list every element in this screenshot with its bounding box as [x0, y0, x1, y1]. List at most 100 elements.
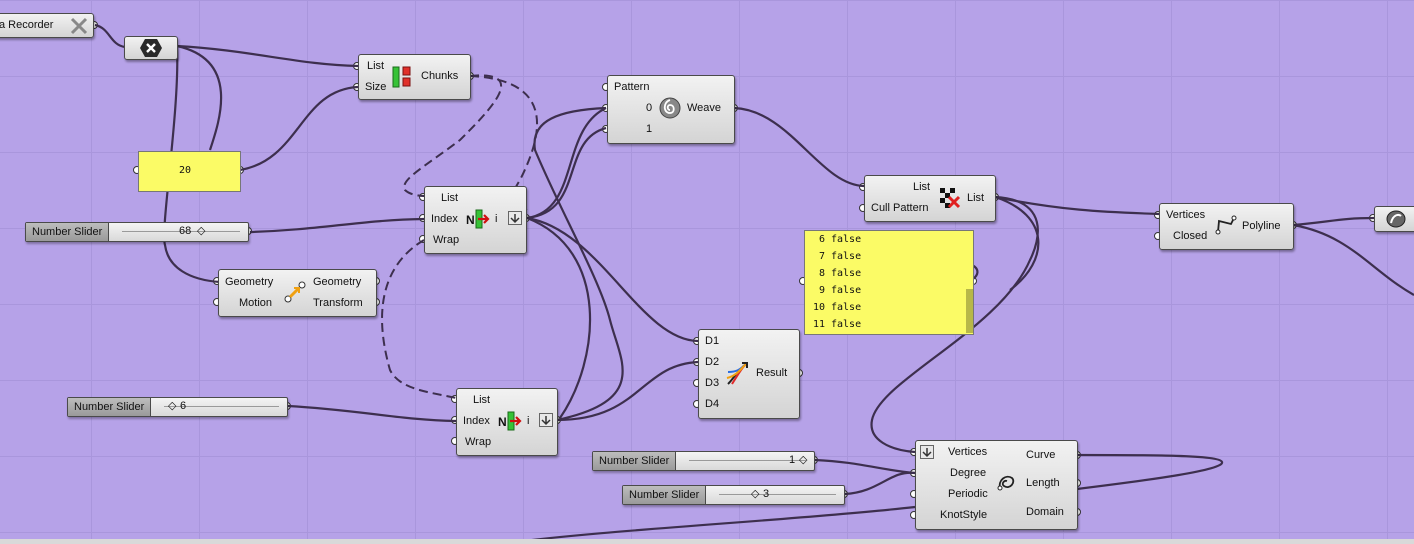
list-item: 7 false [818, 251, 862, 262]
slider-3-handle[interactable]: ◇ [751, 488, 759, 501]
nurbs-output-curve: Curve [1026, 449, 1056, 461]
number-slider-1[interactable]: Number Slider 1 ◇ [592, 451, 815, 471]
list-item-2-flatten-icon[interactable] [539, 413, 553, 427]
list-item: 11 false [812, 319, 862, 330]
svg-text:N: N [466, 213, 475, 227]
nurbs-input-vertices: Vertices [948, 446, 988, 458]
chunks-input-size: Size [365, 81, 387, 93]
polyline-output-label: Polyline [1242, 220, 1281, 232]
wire [994, 195, 1160, 216]
data-recorder[interactable]: a Recorder [0, 13, 94, 38]
stream-filter-input-d1: D1 [705, 335, 720, 347]
transform-input-geometry: Geometry [225, 276, 274, 288]
number-slider-68[interactable]: Number Slider 68 ◇ [25, 222, 249, 242]
wire [287, 404, 457, 423]
boolean-list-panel[interactable]: 6 false 7 false 8 false 9 false 10 false 11 fa… [804, 230, 974, 335]
wire [526, 216, 699, 343]
number-slider-3[interactable]: Number Slider ◇ 3 [622, 485, 845, 505]
slider-1-name: Number Slider [593, 452, 677, 470]
transform-input-motion: Motion [239, 297, 273, 309]
wire [844, 471, 916, 496]
list-item-2-input-wrap: Wrap [465, 436, 492, 448]
list-item-2-input-index: Index [463, 415, 490, 427]
stream-filter-input-d4: D4 [705, 398, 720, 410]
cull-pattern-component[interactable]: List Cull Pattern List [864, 175, 996, 222]
slider-1-handle[interactable]: ◇ [799, 454, 807, 467]
wire [814, 458, 916, 475]
stream-filter-input-d2: D2 [705, 356, 720, 368]
transform-output-geometry: Geometry [313, 276, 362, 288]
polyline-input-closed: Closed [1173, 230, 1208, 242]
polyline-input-vertices: Vertices [1166, 209, 1206, 221]
list-item-component-2[interactable]: List Index Wrap N i [456, 388, 558, 456]
nurbs-flatten-icon[interactable] [920, 445, 934, 459]
wire [1292, 216, 1375, 227]
recorder-label: a Recorder [0, 19, 54, 31]
weave-input-0: 0 [646, 102, 653, 114]
weave-output-label: Weave [687, 102, 722, 114]
transform-component[interactable]: Geometry Motion Geometry Transform [218, 269, 377, 317]
slider-3-rail [719, 494, 836, 495]
chunks-input-list: List [367, 60, 385, 72]
wire [1076, 453, 1224, 491]
wire [176, 44, 223, 151]
list-item-2-output-label: i [527, 415, 530, 427]
panel-scrollbar[interactable] [966, 289, 973, 333]
panel-20[interactable]: 20 [138, 151, 241, 192]
list-item: 10 false [812, 302, 862, 313]
slider-6-name: Number Slider [68, 398, 152, 416]
slider-68-value: 68 [179, 225, 192, 237]
wire [1292, 223, 1414, 296]
slider-3-name: Number Slider [623, 486, 707, 504]
cull-pattern-icon [940, 188, 961, 209]
weave-input-1: 1 [646, 123, 653, 135]
wire [94, 23, 126, 49]
nurbs-input-knotstyle: KnotStyle [940, 509, 988, 521]
transform-output-transform: Transform [313, 297, 363, 309]
number-slider-6[interactable]: Number Slider ◇ 6 [67, 397, 288, 417]
wire [556, 360, 699, 422]
cull-input-list: List [913, 181, 931, 193]
stream-filter-output-label: Result [756, 367, 788, 379]
transform-arrow-icon [284, 281, 306, 303]
offscreen-component[interactable] [1374, 206, 1414, 232]
stream-filter-input-d3: D3 [705, 377, 720, 389]
list-item-1-flatten-icon[interactable] [508, 211, 522, 225]
list-item: 6 false [818, 234, 862, 245]
list-item: 8 false [818, 268, 862, 279]
list-item-1-input-wrap: Wrap [433, 234, 460, 246]
canvas-bottom-edge [0, 539, 1414, 544]
partition-chunks-component[interactable]: List Size Chunks [358, 54, 471, 100]
nurbs-input-periodic: Periodic [948, 488, 988, 500]
weave-input-pattern: Pattern [614, 81, 650, 93]
polyline-icon [1215, 215, 1237, 235]
list-item-component-1[interactable]: List Index Wrap N i [424, 186, 527, 254]
stream-filter-component[interactable]: D1 D2 D3 D4 Result [698, 329, 800, 419]
hexagon-x-icon [140, 39, 162, 57]
list-item-1-icon: N [466, 209, 490, 229]
slider-6-handle[interactable]: ◇ [168, 400, 176, 413]
nurbs-input-degree: Degree [950, 467, 987, 479]
wire [239, 85, 359, 172]
weave-swirl-icon [659, 97, 681, 119]
slider-68-handle[interactable]: ◇ [197, 225, 205, 238]
dashed-wire [381, 239, 457, 399]
list-item-1-input-list: List [441, 192, 459, 204]
nurbs-output-length: Length [1026, 477, 1060, 489]
slider-3-value: 3 [763, 488, 770, 500]
hexagon-component[interactable] [124, 36, 178, 60]
list-item: 9 false [818, 285, 862, 296]
chunks-output-label: Chunks [421, 70, 459, 82]
cull-output-label: List [967, 192, 985, 204]
nurbs-curve-component[interactable]: Vertices Degree Periodic KnotStyle Curve… [915, 440, 1078, 530]
wire [176, 44, 359, 68]
cull-input-pattern: Cull Pattern [871, 202, 929, 214]
svg-text:N: N [498, 415, 507, 429]
nurbs-output-domain: Domain [1026, 506, 1064, 518]
list-item-2-icon: N [498, 411, 522, 431]
weave-component[interactable]: Pattern 0 1 Weave [607, 75, 735, 144]
polyline-component[interactable]: Vertices Closed Polyline [1159, 203, 1294, 250]
boolean-list-rows: 6 false 7 false 8 false 9 false 10 false 11 fa… [807, 231, 861, 333]
slider-68-name: Number Slider [26, 223, 110, 241]
recorder-x-icon [70, 17, 88, 35]
